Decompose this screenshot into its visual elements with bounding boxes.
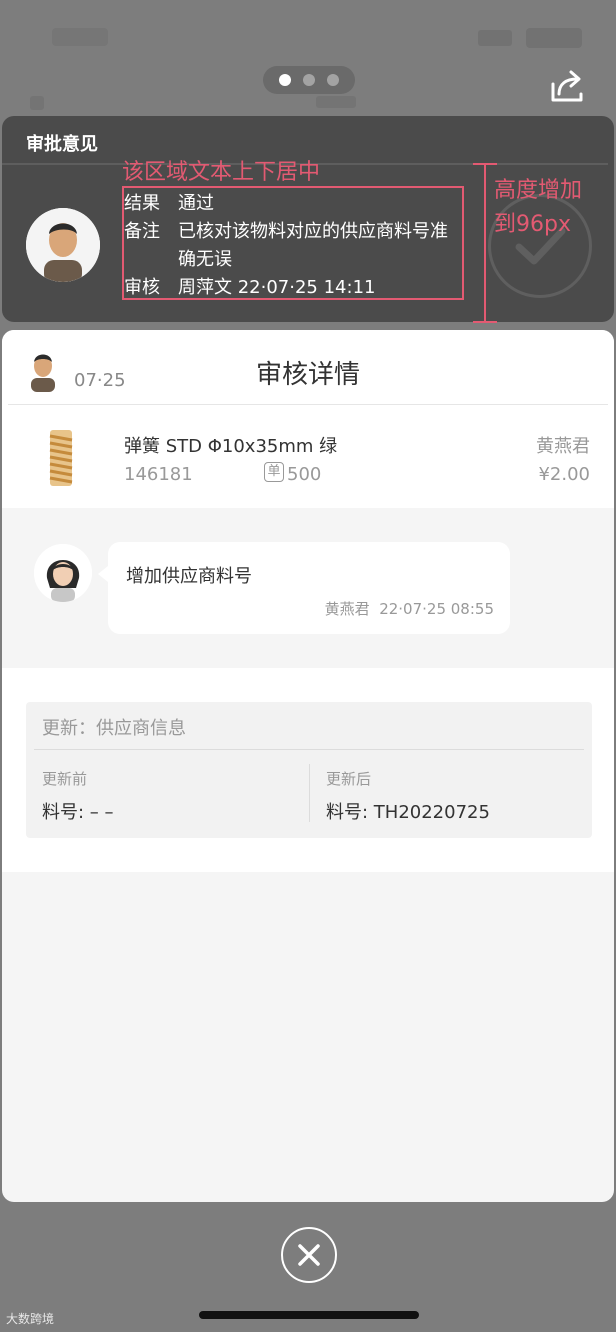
annotation-center-note: 该区域文本上下居中 — [122, 160, 321, 185]
annotation-box — [122, 186, 464, 300]
annotation-height-note: 高度增加到96px — [494, 174, 592, 242]
item-price: ¥2.00 — [538, 464, 590, 485]
annotation-measure-bottom — [473, 321, 497, 323]
back-icon — [30, 96, 44, 110]
page-title: 审核详情 — [255, 360, 360, 390]
annotation-height-text: 高度增加到96px — [494, 178, 583, 237]
item-name: 弹簧 STD Φ10x35mm 绿 — [124, 436, 338, 457]
close-button[interactable] — [281, 1227, 337, 1283]
comment-author: 黄燕君 — [324, 600, 370, 618]
divider — [8, 404, 608, 405]
item-code: 146181 — [124, 464, 193, 485]
comment-meta: 黄燕君 22·07·25 08:55 — [325, 598, 494, 619]
page-dot-2[interactable] — [303, 74, 315, 86]
detail-header-section: 07·25 审核详情 弹簧 STD Φ10x35mm 绿 146181 单 50… — [2, 330, 614, 508]
annotation-measure-line — [484, 163, 486, 323]
approver-avatar — [26, 208, 100, 282]
comment-time: 22·07·25 08:55 — [379, 600, 494, 618]
watermark-logo: 大数跨境 — [6, 1312, 55, 1326]
update-before-value: 料号: – – — [42, 802, 114, 823]
divider — [34, 749, 584, 750]
status-time — [52, 28, 108, 46]
update-after-value: 料号: TH20220725 — [326, 802, 490, 823]
commenter-avatar — [34, 544, 92, 602]
share-icon[interactable] — [548, 68, 586, 104]
nav-title-placeholder — [316, 96, 356, 108]
comment-text: 增加供应商料号 — [126, 566, 252, 587]
update-after-label: 更新后 — [326, 770, 372, 788]
dimmed-nav-bar — [20, 96, 440, 110]
approval-title: 审批意见 — [26, 134, 98, 155]
detail-sheet: 07·25 审核详情 弹簧 STD Φ10x35mm 绿 146181 单 50… — [2, 330, 614, 1202]
comment-bubble: 增加供应商料号 黄燕君 22·07·25 08:55 — [98, 542, 510, 634]
page-indicator[interactable] — [263, 66, 355, 94]
update-before-label: 更新前 — [42, 770, 88, 788]
page-dot-1[interactable] — [279, 74, 291, 86]
unit-icon: 单 — [264, 462, 284, 482]
home-indicator[interactable] — [199, 1311, 419, 1319]
update-title: 更新：供应商信息 — [42, 718, 186, 739]
signal-icon — [478, 30, 512, 46]
page-dot-3[interactable] — [327, 74, 339, 86]
close-icon — [298, 1244, 320, 1266]
update-section: 更新：供应商信息 更新前 料号: – – 更新后 料号: TH20220725 — [2, 668, 614, 872]
spring-icon — [49, 430, 73, 486]
update-card: 更新：供应商信息 更新前 料号: – – 更新后 料号: TH20220725 — [26, 702, 592, 838]
item-quantity: 500 — [287, 464, 322, 485]
battery-icon — [526, 28, 582, 48]
item-owner: 黄燕君 — [536, 436, 590, 457]
divider-vertical — [309, 764, 310, 822]
